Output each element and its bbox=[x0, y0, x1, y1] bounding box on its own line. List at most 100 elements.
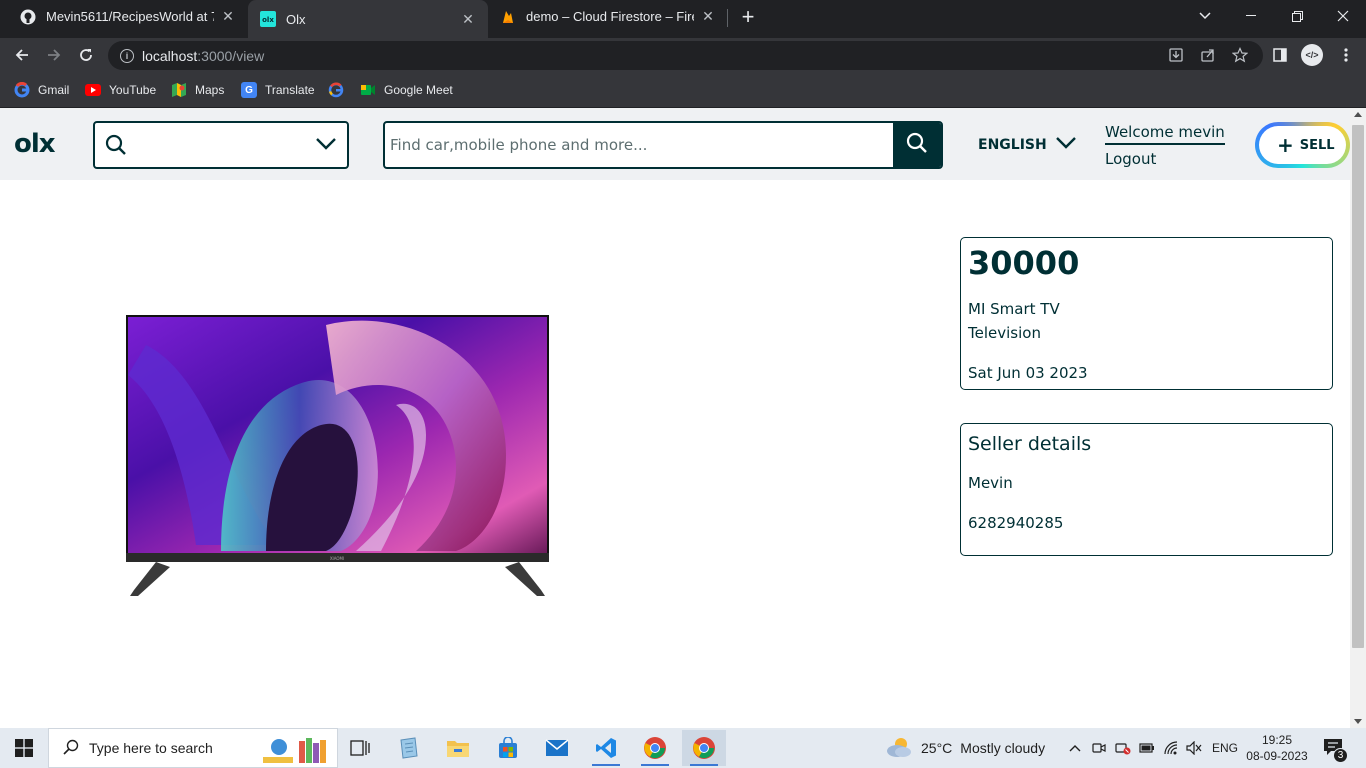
books-icon bbox=[259, 735, 335, 768]
profile-avatar[interactable]: </> bbox=[1301, 44, 1323, 66]
maps-icon bbox=[171, 82, 187, 98]
logout-link[interactable]: Logout bbox=[1105, 150, 1156, 168]
firebase-icon bbox=[500, 9, 516, 25]
product-category: Television bbox=[968, 324, 1041, 342]
bookmark-label: Gmail bbox=[38, 83, 70, 97]
sell-button[interactable]: + SELL bbox=[1255, 122, 1350, 168]
vscode-icon[interactable] bbox=[584, 730, 628, 766]
seller-details-title: Seller details bbox=[968, 433, 1092, 455]
scrollbar-thumb[interactable] bbox=[1352, 125, 1364, 648]
system-clock[interactable]: 19:25 08-09-2023 bbox=[1240, 732, 1314, 764]
tab-olx[interactable]: olx Olx ✕ bbox=[248, 0, 488, 38]
plus-icon: + bbox=[1277, 133, 1294, 157]
welcome-user: Welcome mevin bbox=[1105, 123, 1225, 145]
scroll-down-icon[interactable] bbox=[1354, 719, 1362, 724]
notepad-icon[interactable] bbox=[387, 730, 431, 766]
page-content: olx ENGLISH Welcome mevin Logout bbox=[0, 108, 1350, 728]
search-icon bbox=[63, 739, 79, 758]
olx-header: olx ENGLISH Welcome mevin Logout bbox=[0, 108, 1350, 180]
input-language[interactable]: ENG bbox=[1212, 728, 1238, 768]
info-icon[interactable]: i bbox=[120, 48, 134, 63]
bookmark-youtube[interactable]: YouTube bbox=[85, 81, 156, 99]
clock-date: 08-09-2023 bbox=[1246, 749, 1308, 763]
search-icon bbox=[906, 132, 928, 159]
seller-details-card: Seller details Mevin 6282940285 bbox=[960, 423, 1333, 556]
bookmark-label: Maps bbox=[195, 83, 225, 97]
task-view-icon[interactable] bbox=[338, 730, 382, 766]
location-selector[interactable] bbox=[93, 121, 349, 169]
close-icon[interactable]: ✕ bbox=[220, 8, 236, 25]
tab-search-button[interactable] bbox=[1182, 0, 1228, 32]
olx-logo[interactable]: olx bbox=[14, 131, 56, 157]
language-selector[interactable]: ENGLISH bbox=[978, 136, 1077, 154]
tab-title: Olx bbox=[286, 11, 306, 27]
restore-button[interactable] bbox=[1274, 0, 1320, 32]
close-window-button[interactable] bbox=[1320, 0, 1366, 32]
file-explorer-icon[interactable] bbox=[436, 730, 480, 766]
microsoft-store-icon[interactable] bbox=[486, 730, 530, 766]
weather-temp: 25°C bbox=[921, 740, 953, 756]
new-tab-button[interactable]: + bbox=[734, 4, 762, 32]
windows-taskbar: Type here to search 25°C Mostly cloudy E… bbox=[0, 728, 1366, 768]
chevron-down-icon[interactable] bbox=[315, 137, 337, 156]
tab-github[interactable]: Mevin5611/RecipesWorld at 79f9 ✕ bbox=[8, 0, 248, 33]
bookmark-maps[interactable]: Maps bbox=[171, 81, 224, 99]
bookmark-label: Translate bbox=[265, 83, 315, 97]
sell-button-inner: + SELL bbox=[1259, 126, 1346, 164]
close-icon[interactable]: ✕ bbox=[700, 8, 716, 25]
bookmark-gmail[interactable]: Gmail bbox=[14, 81, 69, 99]
google-icon bbox=[14, 82, 30, 98]
reload-button[interactable] bbox=[72, 41, 100, 69]
product-search-box bbox=[383, 121, 943, 169]
chevron-up-icon[interactable] bbox=[1067, 740, 1083, 756]
minimize-button[interactable] bbox=[1228, 0, 1274, 32]
page-scrollbar[interactable] bbox=[1350, 108, 1366, 728]
language-label: ENGLISH bbox=[978, 137, 1047, 153]
forward-button[interactable] bbox=[40, 41, 68, 69]
speaker-muted-icon[interactable] bbox=[1186, 740, 1202, 756]
tv-brand-mark: XIAOMI bbox=[330, 556, 344, 561]
meet-icon bbox=[360, 82, 376, 98]
battery-icon[interactable] bbox=[1139, 740, 1155, 756]
bookmark-google[interactable] bbox=[328, 81, 352, 99]
taskbar-search-placeholder: Type here to search bbox=[89, 740, 213, 756]
bookmark-star-icon[interactable] bbox=[1227, 41, 1253, 69]
bookmark-google-meet[interactable]: Google Meet bbox=[360, 81, 453, 99]
install-icon[interactable] bbox=[1163, 41, 1189, 69]
back-button[interactable] bbox=[8, 41, 36, 69]
share-icon[interactable] bbox=[1195, 41, 1221, 69]
clock-time: 19:25 bbox=[1261, 733, 1293, 747]
more-menu-icon[interactable] bbox=[1333, 41, 1359, 69]
camera-blocked-icon[interactable] bbox=[1115, 740, 1131, 756]
url-host: localhost bbox=[142, 47, 198, 64]
address-bar[interactable]: i localhost:3000/view bbox=[108, 41, 1263, 70]
product-details-card: 30000 MI Smart TV Television Sat Jun 03 … bbox=[960, 237, 1333, 390]
tab-title: demo – Cloud Firestore – Firebas bbox=[526, 9, 694, 24]
tab-firebase[interactable]: demo – Cloud Firestore – Firebas ✕ bbox=[488, 0, 728, 33]
wifi-icon[interactable] bbox=[1163, 740, 1179, 756]
mail-icon[interactable] bbox=[535, 730, 579, 766]
search-input[interactable] bbox=[385, 123, 893, 167]
seller-phone: 6282940285 bbox=[968, 514, 1064, 532]
github-icon bbox=[20, 9, 36, 25]
meet-now-icon[interactable] bbox=[1091, 740, 1107, 756]
chrome-icon[interactable] bbox=[682, 730, 726, 766]
bookmark-translate[interactable]: G Translate bbox=[241, 81, 315, 99]
chrome-icon[interactable] bbox=[633, 730, 677, 766]
side-panel-icon[interactable] bbox=[1267, 41, 1293, 69]
olx-icon: olx bbox=[260, 11, 276, 27]
taskbar-search-box[interactable]: Type here to search bbox=[48, 728, 338, 768]
search-button[interactable] bbox=[893, 123, 941, 167]
translate-icon: G bbox=[241, 82, 257, 98]
weather-widget[interactable]: 25°C Mostly cloudy bbox=[885, 728, 1045, 768]
svg-text:olx: olx bbox=[262, 16, 274, 24]
windows-icon bbox=[15, 739, 33, 757]
close-icon[interactable]: ✕ bbox=[460, 11, 476, 28]
product-image: XIAOMI bbox=[126, 315, 549, 598]
tab-separator bbox=[727, 9, 728, 27]
notification-count: 3 bbox=[1333, 748, 1348, 763]
scroll-up-icon[interactable] bbox=[1354, 112, 1362, 117]
bookmark-label: YouTube bbox=[109, 83, 157, 97]
bookmarks-bar: Gmail YouTube Maps G Translate Google Me… bbox=[0, 73, 1366, 108]
start-button[interactable] bbox=[0, 728, 48, 768]
